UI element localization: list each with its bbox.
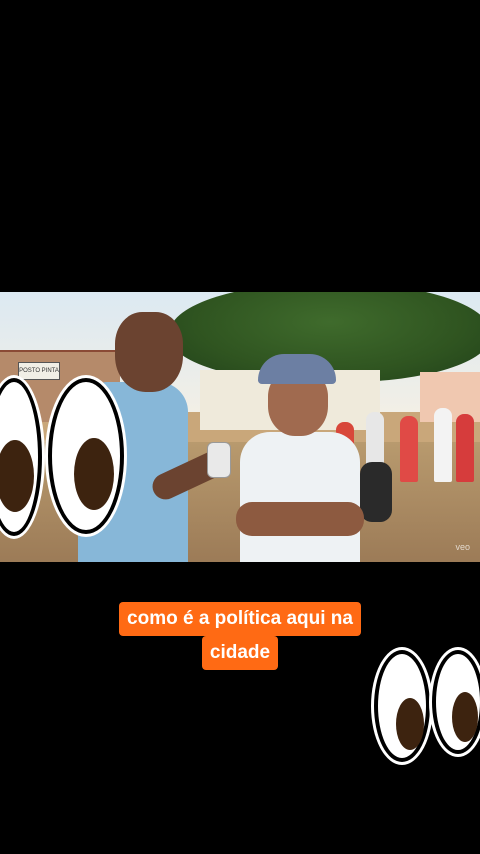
eye-icon bbox=[0, 378, 42, 536]
eyes-sticker-left bbox=[0, 378, 124, 536]
reporter-head bbox=[115, 312, 183, 392]
cap bbox=[258, 354, 336, 384]
eye-icon bbox=[432, 650, 480, 754]
crossed-arms bbox=[236, 502, 364, 536]
caption-line-1: como é a política aqui na bbox=[119, 602, 361, 636]
eyes-sticker-right bbox=[374, 650, 480, 762]
eye-icon bbox=[374, 650, 430, 762]
interviewee bbox=[240, 432, 360, 562]
eye-icon bbox=[48, 378, 124, 534]
caption-line-2: cidade bbox=[201, 636, 279, 670]
motorcycle bbox=[360, 462, 392, 522]
microphone bbox=[207, 442, 231, 478]
watermark: veo bbox=[455, 542, 470, 552]
